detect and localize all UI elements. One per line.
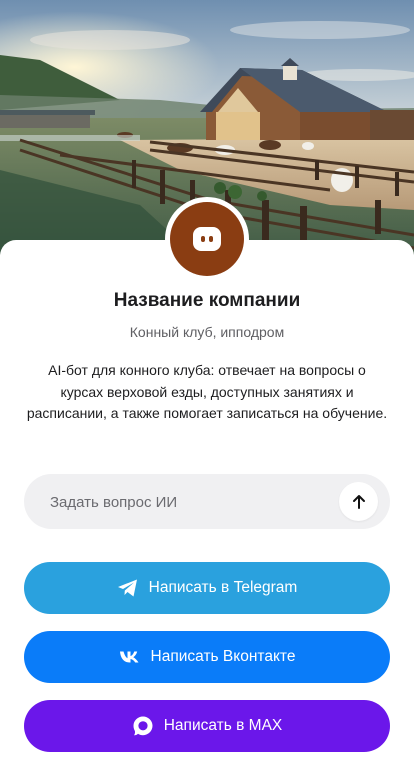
telegram-button-label: Написать в Telegram — [148, 579, 298, 596]
telegram-button[interactable]: Написать в Telegram — [24, 562, 390, 614]
vk-button[interactable]: Написать Вконтакте — [24, 631, 390, 683]
max-button-label: Написать в MAX — [163, 717, 283, 734]
ask-ai-field[interactable] — [24, 474, 390, 531]
max-icon — [132, 715, 154, 737]
company-name: Название компании — [113, 290, 301, 311]
chat-bot-icon — [193, 227, 221, 251]
company-avatar — [165, 197, 249, 281]
arrow-up-icon — [352, 494, 365, 509]
company-description: AI-бот для конного клуба: отвечает на во… — [26, 362, 388, 421]
vk-button-label: Написать Вконтакте — [150, 648, 296, 665]
max-button[interactable]: Написать в MAX — [24, 700, 390, 752]
ask-ai-input[interactable] — [48, 474, 342, 531]
company-category: Конный клуб, ипподром — [129, 324, 285, 340]
vk-icon — [119, 650, 141, 664]
send-button[interactable] — [339, 482, 378, 521]
telegram-icon — [117, 578, 139, 598]
avatar-background — [170, 202, 244, 276]
